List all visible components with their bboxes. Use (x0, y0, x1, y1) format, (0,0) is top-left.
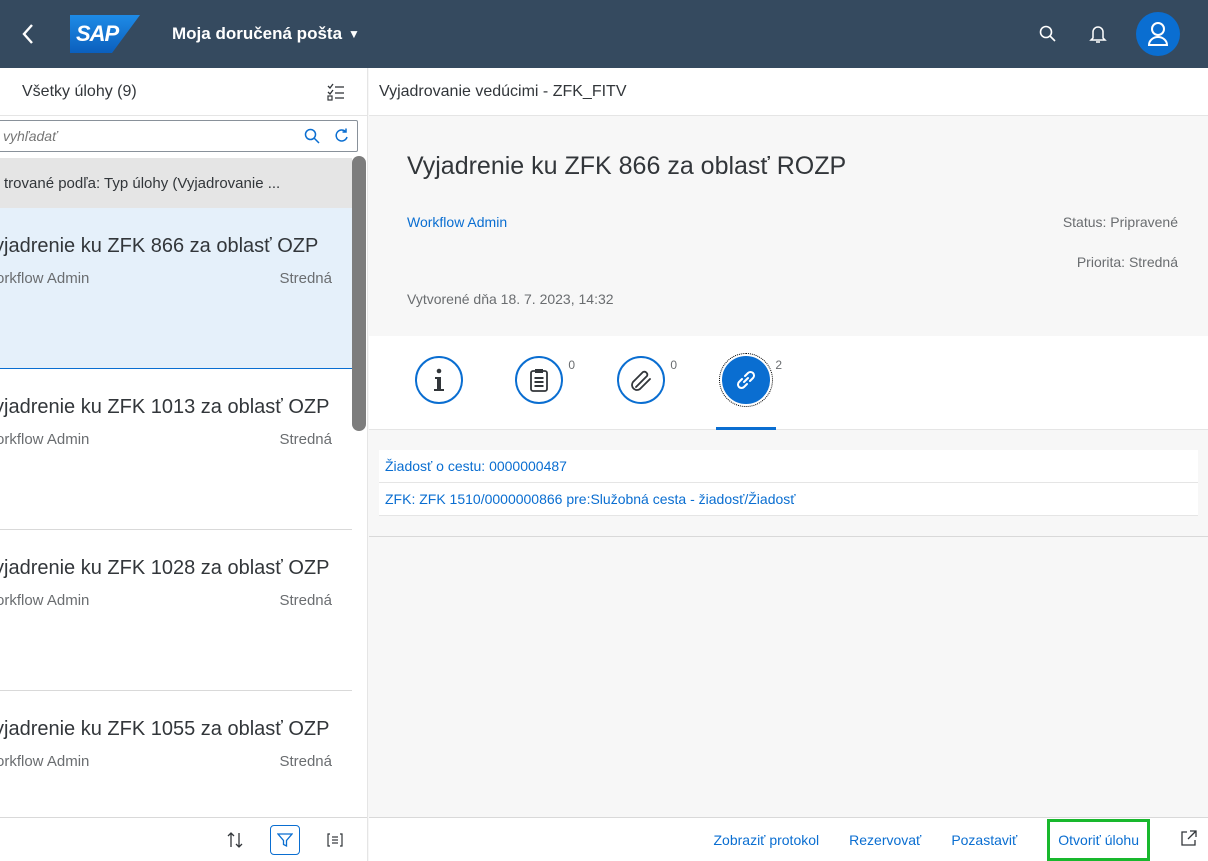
bell-icon (1089, 26, 1107, 43)
task-item-title: yjadrenie ku ZFK 866 za oblasť OZP (0, 235, 319, 257)
task-list: yjadrenie ku ZFK 866 za oblasť OZP orkfl… (0, 208, 352, 852)
notes-icon (530, 369, 548, 392)
attachments-count: 0 (670, 358, 677, 372)
open-task-button[interactable]: Otvoriť úlohu (1047, 818, 1150, 861)
detail-header-title: Vyjadrovanie vedúcimi - ZFK_FITV (379, 82, 627, 100)
multi-select-icon[interactable] (327, 83, 345, 101)
detail-header: Vyjadrovanie vedúcimi - ZFK_FITV (369, 68, 1208, 116)
tab-notes[interactable]: 0 (515, 356, 575, 404)
search-input[interactable] (0, 121, 297, 151)
tab-information[interactable] (415, 356, 463, 404)
content-divider (369, 536, 1208, 537)
sort-button[interactable] (220, 825, 250, 855)
sap-logo-text: SAP (76, 21, 119, 46)
shell-bar: SAP Moja doručená pošta ▼ (0, 0, 1208, 68)
related-object-link[interactable]: Žiadosť o cestu: 0000000487 (379, 450, 1198, 483)
task-item-creator: orkflow Admin (0, 431, 90, 448)
related-object-link[interactable]: ZFK: ZFK 1510/0000000866 pre:Služobná ce… (379, 483, 1198, 516)
group-icon (327, 832, 343, 847)
sort-icon (227, 831, 243, 848)
task-item-title: yjadrenie ku ZFK 1013 za oblasť OZP (0, 396, 330, 418)
search-button[interactable] (1036, 22, 1060, 46)
tab-related-objects[interactable]: 2 (719, 353, 782, 407)
task-created-date: Vytvorené dňa 18. 7. 2023, 14:32 (407, 291, 614, 307)
task-list-panel: Všetky úlohy (9) trované podľa: Typ úloh… (0, 68, 368, 861)
refresh-icon (335, 128, 348, 142)
task-detail-panel: Vyjadrovanie vedúcimi - ZFK_FITV Vyjadre… (369, 68, 1208, 861)
sap-logo: SAP (70, 15, 140, 53)
object-header: Vyjadrenie ku ZFK 866 za oblasť ROZP Wor… (369, 116, 1208, 336)
notes-count: 0 (568, 358, 575, 372)
task-list-title: Všetky úlohy (9) (22, 82, 137, 100)
icon-tab-bar: 0 0 2 (369, 336, 1208, 430)
detail-footer-toolbar: Zobraziť protokol Rezervovať Pozastaviť … (369, 817, 1208, 861)
links-count: 2 (775, 358, 782, 372)
task-item-priority: Stredná (279, 592, 332, 609)
task-item-creator: orkflow Admin (0, 592, 90, 609)
filter-info-bar[interactable]: trované podľa: Typ úlohy (Vyjadrovanie .… (0, 158, 352, 208)
person-icon (1147, 22, 1169, 46)
search-icon (1039, 25, 1056, 42)
tab-attachments[interactable]: 0 (617, 356, 677, 404)
task-list-item[interactable]: yjadrenie ku ZFK 866 za oblasť OZP orkfl… (0, 208, 352, 369)
user-avatar[interactable] (1136, 12, 1180, 56)
task-item-creator: orkflow Admin (0, 753, 90, 770)
task-item-priority: Stredná (279, 431, 332, 448)
search-submit-button[interactable] (297, 128, 327, 144)
task-item-priority: Stredná (279, 270, 332, 287)
list-scrollbar[interactable] (352, 156, 366, 431)
info-icon (434, 368, 444, 391)
notifications-button[interactable] (1086, 22, 1110, 46)
paperclip-icon (631, 370, 651, 391)
search-icon (304, 128, 320, 144)
active-tab-indicator (716, 427, 776, 430)
show-log-button[interactable]: Zobraziť protokol (714, 832, 820, 848)
caret-down-icon: ▼ (348, 27, 360, 41)
task-creator-link[interactable]: Workflow Admin (407, 214, 507, 230)
task-list-header: Všetky úlohy (9) (0, 68, 367, 116)
refresh-button[interactable] (327, 128, 357, 144)
filter-button[interactable] (270, 824, 300, 855)
related-objects-list: Žiadosť o cestu: 0000000487 ZFK: ZFK 151… (379, 450, 1198, 516)
link-icon (736, 370, 756, 390)
reserve-button[interactable]: Rezervovať (849, 832, 921, 848)
task-list-item[interactable]: yjadrenie ku ZFK 1013 za oblasť OZP orkf… (0, 369, 352, 530)
group-button[interactable] (320, 825, 350, 855)
task-item-priority: Stredná (279, 753, 332, 770)
suspend-button[interactable]: Pozastaviť (951, 832, 1017, 848)
task-item-title: yjadrenie ku ZFK 1028 za oblasť OZP (0, 557, 330, 579)
task-priority: Priorita: Stredná (1076, 254, 1178, 270)
share-icon (1181, 830, 1197, 846)
task-list-item[interactable]: yjadrenie ku ZFK 1028 za oblasť OZP orkf… (0, 530, 352, 691)
task-list-footer (0, 817, 367, 861)
filter-icon (277, 832, 293, 847)
search-field (0, 120, 358, 152)
filter-info-text: trované podľa: Typ úlohy (Vyjadrovanie .… (4, 174, 281, 192)
task-status: Status: Pripravené (1062, 214, 1178, 230)
app-title-menu[interactable]: Moja doručená pošta ▼ (172, 24, 360, 44)
app-title: Moja doručená pošta (172, 24, 343, 43)
task-item-title: yjadrenie ku ZFK 1055 za oblasť OZP (0, 718, 330, 740)
task-title: Vyjadrenie ku ZFK 866 za oblasť ROZP (407, 152, 847, 180)
task-item-creator: orkflow Admin (0, 270, 90, 287)
share-button[interactable] (1180, 829, 1198, 850)
chevron-left-icon (22, 24, 33, 44)
back-button[interactable] (0, 0, 56, 68)
